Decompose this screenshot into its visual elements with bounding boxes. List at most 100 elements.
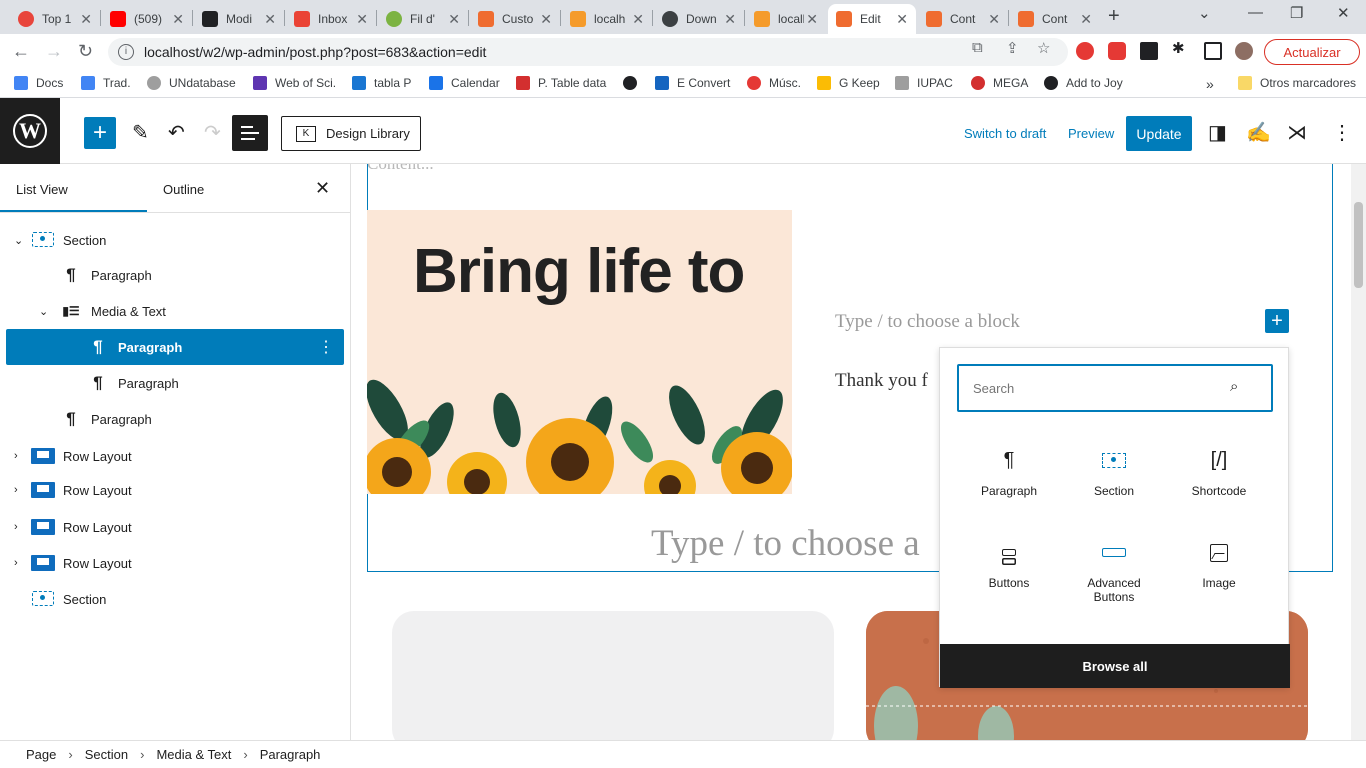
- restore-icon[interactable]: ❐: [1290, 4, 1303, 22]
- bookmark-item[interactable]: Add to Joy: [1044, 76, 1123, 90]
- breadcrumb-item[interactable]: Page: [26, 747, 56, 762]
- close-tab-icon[interactable]: ✕: [356, 11, 368, 28]
- bookmark-item[interactable]: Web of Sci.: [253, 76, 336, 90]
- tab-list-view[interactable]: List View: [16, 182, 68, 197]
- kadence-blocks-icon[interactable]: ⋊: [1287, 120, 1307, 145]
- tab-outline[interactable]: Outline: [163, 182, 204, 197]
- wordpress-logo[interactable]: W: [0, 98, 60, 164]
- sidepanel-icon[interactable]: [1204, 42, 1222, 60]
- block-placeholder[interactable]: Type / to choose a block: [835, 311, 1020, 333]
- address-bar[interactable]: i localhost/w2/wp-admin/post.php?post=68…: [108, 38, 1068, 66]
- close-tab-icon[interactable]: ✕: [448, 11, 460, 28]
- list-view-item[interactable]: ⌄ Section: [6, 223, 344, 257]
- chevron-down-icon[interactable]: ⌄: [14, 234, 23, 247]
- content-card[interactable]: [392, 611, 834, 740]
- list-view-item[interactable]: ¶ Paragraph: [6, 402, 344, 436]
- profile-avatar[interactable]: [1235, 42, 1253, 60]
- browser-tab-active[interactable]: Edit ✕: [828, 4, 916, 34]
- more-options-icon[interactable]: ⋮: [318, 337, 334, 357]
- bookmark-item[interactable]: UNdatabase: [147, 76, 236, 90]
- paragraph-text[interactable]: Thank you f: [835, 370, 928, 392]
- switch-to-draft-button[interactable]: Switch to draft: [964, 126, 1046, 141]
- list-view-item[interactable]: › Row Layout: [6, 473, 344, 507]
- chevron-down-icon[interactable]: ⌄: [39, 305, 48, 318]
- close-tab-icon[interactable]: ✕: [1080, 11, 1092, 28]
- block-option-image[interactable]: Image: [1169, 538, 1269, 590]
- other-bookmarks-folder[interactable]: Otros marcadores: [1238, 76, 1356, 90]
- undo-icon[interactable]: ↶: [168, 120, 185, 145]
- browser-tab[interactable]: (509) ✕: [102, 4, 192, 34]
- bookmark-item[interactable]: [623, 76, 645, 90]
- bookmark-item[interactable]: Músc.: [747, 76, 801, 90]
- block-inserter-toggle[interactable]: +: [84, 117, 116, 149]
- browser-tab[interactable]: Top 1 ✕: [10, 4, 100, 34]
- bookmark-item[interactable]: E Convert: [655, 76, 730, 90]
- style-editor-icon[interactable]: ✍: [1246, 120, 1271, 145]
- close-tab-icon[interactable]: ✕: [540, 11, 552, 28]
- bookmark-item[interactable]: P. Table data: [516, 76, 606, 90]
- preview-button[interactable]: Preview: [1068, 126, 1114, 141]
- url-text[interactable]: localhost/w2/wp-admin/post.php?post=683&…: [144, 44, 486, 60]
- new-tab-icon[interactable]: +: [1108, 5, 1120, 28]
- list-view-item[interactable]: ⌄ ▮☰ Media & Text: [6, 294, 344, 328]
- chevron-right-icon[interactable]: ›: [14, 450, 18, 462]
- breadcrumb-item[interactable]: Media & Text: [156, 747, 231, 762]
- bookmark-item[interactable]: Trad.: [81, 76, 131, 90]
- redo-icon[interactable]: ↷: [204, 120, 221, 145]
- browser-tab[interactable]: Cont ✕: [918, 4, 1008, 34]
- list-view-item[interactable]: ¶ Paragraph: [6, 366, 344, 400]
- close-tab-icon[interactable]: ✕: [988, 11, 1000, 28]
- extension-icon[interactable]: [1108, 42, 1126, 60]
- tab-search-icon[interactable]: ⌄: [1198, 4, 1211, 22]
- close-tab-icon[interactable]: ✕: [806, 11, 818, 28]
- chevron-right-icon[interactable]: ›: [14, 557, 18, 569]
- back-icon[interactable]: ←: [12, 41, 30, 62]
- browser-tab[interactable]: Inbox ✕: [286, 4, 376, 34]
- chevron-right-icon[interactable]: ›: [14, 521, 18, 533]
- browse-all-button[interactable]: Browse all: [940, 644, 1290, 688]
- reload-icon[interactable]: ↻: [78, 41, 93, 62]
- list-view-item[interactable]: › Row Layout: [6, 546, 344, 580]
- extension-icon[interactable]: [1140, 42, 1158, 60]
- minimize-icon[interactable]: —: [1248, 4, 1263, 21]
- browser-tab[interactable]: Custo ✕: [470, 4, 560, 34]
- list-view-item[interactable]: › Row Layout: [6, 439, 344, 473]
- list-view-item-selected[interactable]: ¶ Paragraph ⋮: [6, 329, 344, 365]
- list-view-item[interactable]: Section: [6, 582, 344, 616]
- bookmark-star-icon[interactable]: ☆: [1037, 39, 1050, 57]
- update-button[interactable]: Update: [1126, 116, 1192, 151]
- design-library-button[interactable]: K Design Library: [281, 116, 421, 151]
- browser-tab[interactable]: Modi ✕: [194, 4, 284, 34]
- forward-icon[interactable]: →: [45, 41, 63, 62]
- bookmark-item[interactable]: Calendar: [429, 76, 500, 90]
- chevron-right-icon[interactable]: ›: [14, 484, 18, 496]
- browser-tab[interactable]: Cont ✕: [1010, 4, 1100, 34]
- site-info-icon[interactable]: i: [118, 44, 134, 60]
- edit-tools-icon[interactable]: ✎: [132, 120, 149, 145]
- bookmark-item[interactable]: Docs: [14, 76, 63, 90]
- search-icon[interactable]: ⌕: [1230, 378, 1238, 395]
- close-icon[interactable]: ✕: [315, 178, 330, 199]
- block-option-section[interactable]: Section: [1064, 446, 1164, 498]
- close-tab-icon[interactable]: ✕: [632, 11, 644, 28]
- list-view-item[interactable]: ¶ Paragraph: [6, 258, 344, 292]
- vertical-scrollbar[interactable]: [1351, 164, 1366, 740]
- bookmark-item[interactable]: G Keep: [817, 76, 880, 90]
- scrollbar-thumb[interactable]: [1354, 202, 1363, 288]
- inline-inserter-button[interactable]: +: [1265, 309, 1289, 333]
- close-tab-icon[interactable]: ✕: [724, 11, 736, 28]
- bookmark-item[interactable]: tabla P: [352, 76, 411, 90]
- update-browser-button[interactable]: Actualizar: [1264, 39, 1360, 65]
- block-option-paragraph[interactable]: ¶ Paragraph: [959, 446, 1059, 498]
- close-window-icon[interactable]: ✕: [1337, 4, 1350, 22]
- puzzle-icon[interactable]: ✱: [1172, 39, 1185, 57]
- settings-sidebar-icon[interactable]: ◨: [1208, 120, 1227, 145]
- block-option-advanced-buttons[interactable]: Advanced Buttons: [1064, 538, 1164, 604]
- browser-tab[interactable]: localh✕: [562, 4, 652, 34]
- share-icon[interactable]: ⇪: [1006, 39, 1019, 57]
- list-view-toggle[interactable]: [232, 115, 268, 151]
- block-placeholder-large[interactable]: Type / to choose a: [651, 522, 920, 565]
- block-option-shortcode[interactable]: [/] Shortcode: [1169, 446, 1269, 498]
- breadcrumb-item[interactable]: Section: [85, 747, 128, 762]
- more-options-icon[interactable]: ⋮: [1332, 120, 1352, 145]
